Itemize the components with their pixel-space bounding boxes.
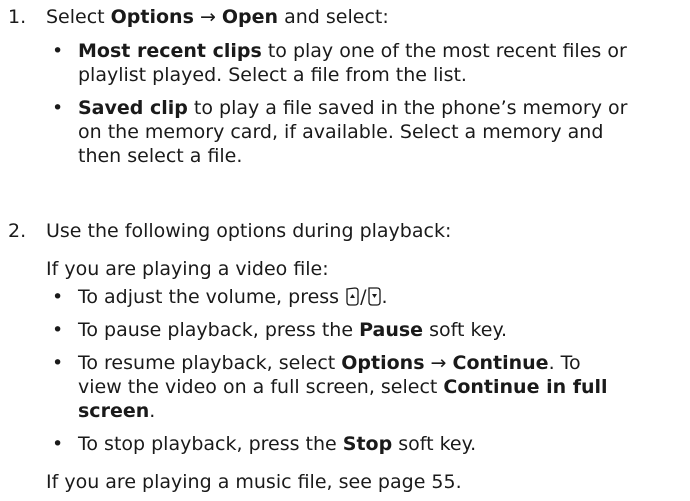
bullet-line: Most recent clips to play one of the mos… — [78, 39, 686, 63]
bullet-dot: • — [52, 97, 64, 119]
volume-down-key-icon — [367, 287, 382, 306]
option-saved-clip: Saved clip — [78, 97, 188, 119]
bullet-text-end: soft key. — [392, 433, 477, 455]
bullet-dot: • — [52, 352, 64, 374]
bullet-text: To resume playback, select — [78, 352, 342, 374]
bullet-line: view the video on a full screen, select … — [78, 375, 686, 399]
bullet-dot: • — [52, 40, 64, 62]
bullet-text: to play one of the most recent files or — [261, 40, 627, 62]
list-item: • Saved clip to play a file saved in the… — [46, 96, 686, 168]
bullet-text: To pause playback, press the — [78, 319, 360, 341]
bullet-dot: • — [52, 433, 64, 455]
bullet-text: to play a file saved in the phone’s memo… — [187, 97, 628, 119]
soft-key-pause: Pause — [359, 319, 424, 341]
option-continue-full-screen: Continue in full — [443, 376, 608, 398]
bullet-text: To adjust the volume, press — [78, 286, 346, 308]
bullet-line: playlist played. Select a file from the … — [78, 64, 467, 86]
step-intro: Use the following options during playbac… — [46, 220, 452, 242]
intro-text-end: and select: — [278, 6, 389, 28]
bullet-text-end: soft key. — [423, 319, 508, 341]
volume-up-key-icon — [345, 287, 360, 306]
bullet-text-end: . — [149, 400, 156, 422]
manual-page: 1. Select Options → Open and select: • M… — [0, 0, 690, 501]
step-number: 2. — [8, 220, 27, 242]
bullet-line: screen. — [78, 399, 686, 423]
step-intro: Select Options → Open and select: — [46, 5, 686, 31]
list-item: • Most recent clips to play one of the m… — [46, 39, 686, 87]
menu-open: Open — [221, 6, 279, 28]
option-most-recent-clips: Most recent clips — [78, 40, 262, 62]
menu-options: Options — [341, 352, 425, 374]
video-intro: If you are playing a video file: — [46, 258, 329, 280]
menu-continue: Continue — [452, 352, 549, 374]
bullet-text-end: . To — [548, 352, 581, 374]
step-body: Select Options → Open and select: • Most… — [46, 5, 686, 168]
bullet-line: on the memory card, if available. Select… — [78, 121, 604, 143]
bullet-text: To stop playback, press the — [78, 433, 343, 455]
bullet-text: view the video on a full screen, select — [78, 376, 444, 398]
list-item: • To adjust the volume, press /. — [46, 285, 686, 309]
bullet-dot: • — [52, 319, 64, 341]
step-1-bullets: • Most recent clips to play one of the m… — [46, 39, 686, 168]
list-item: • To resume playback, select Options → C… — [46, 351, 686, 423]
bullet-line: Saved clip to play a file saved in the p… — [78, 96, 686, 120]
music-note: If you are playing a music file, see pag… — [46, 471, 462, 493]
step-body: Use the following options during playbac… — [46, 219, 686, 494]
bullet-line: then select a file. — [78, 145, 243, 167]
bullet-line: To resume playback, select Options → Con… — [78, 351, 686, 375]
list-item: • To stop playback, press the Stop soft … — [46, 432, 686, 456]
arrow-text: → — [193, 6, 222, 28]
option-continue-full-screen-end: screen — [78, 400, 150, 422]
arrow-text: → — [424, 352, 453, 374]
step-number: 1. — [8, 6, 27, 28]
menu-options: Options — [110, 6, 194, 28]
step-2-bullets: • To adjust the volume, press /. • To pa… — [46, 285, 686, 456]
bullet-text-end: . — [381, 286, 388, 308]
intro-text: Select — [46, 6, 111, 28]
bullet-dot: • — [52, 286, 64, 308]
list-item: • To pause playback, press the Pause sof… — [46, 318, 686, 342]
soft-key-stop: Stop — [342, 433, 393, 455]
